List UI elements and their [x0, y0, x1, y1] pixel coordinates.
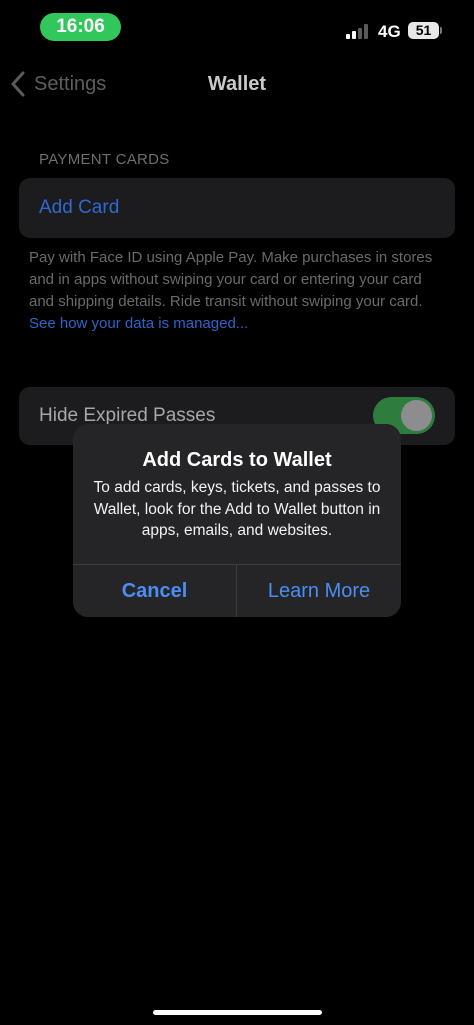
payment-cards-header: PAYMENT CARDS	[39, 151, 170, 168]
toggle-knob	[401, 400, 432, 431]
alert-message: To add cards, keys, tickets, and passes …	[93, 479, 381, 539]
cancel-button[interactable]: Cancel	[73, 565, 236, 617]
payment-cards-group: Add Card	[19, 178, 455, 238]
data-managed-link[interactable]: See how your data is managed...	[29, 315, 248, 332]
add-card-button[interactable]: Add Card	[39, 178, 119, 238]
cellular-signal-icon	[346, 24, 370, 39]
battery-cap	[440, 27, 442, 34]
home-indicator[interactable]	[153, 1010, 322, 1015]
battery-icon: 51	[408, 22, 439, 39]
apple-pay-description: Pay with Face ID using Apple Pay. Make p…	[29, 247, 439, 335]
navigation-bar: Settings Wallet	[0, 62, 474, 106]
add-cards-alert: Add Cards to Wallet To add cards, keys, …	[73, 424, 401, 617]
apple-pay-description-text: Pay with Face ID using Apple Pay. Make p…	[29, 249, 433, 310]
learn-more-button[interactable]: Learn More	[237, 565, 401, 617]
status-bar: 16:06 4G 51	[0, 0, 474, 54]
page-title: Wallet	[207, 73, 267, 95]
status-time[interactable]: 16:06	[40, 13, 121, 41]
network-type: 4G	[378, 22, 401, 41]
alert-title: Add Cards to Wallet	[142, 449, 332, 471]
